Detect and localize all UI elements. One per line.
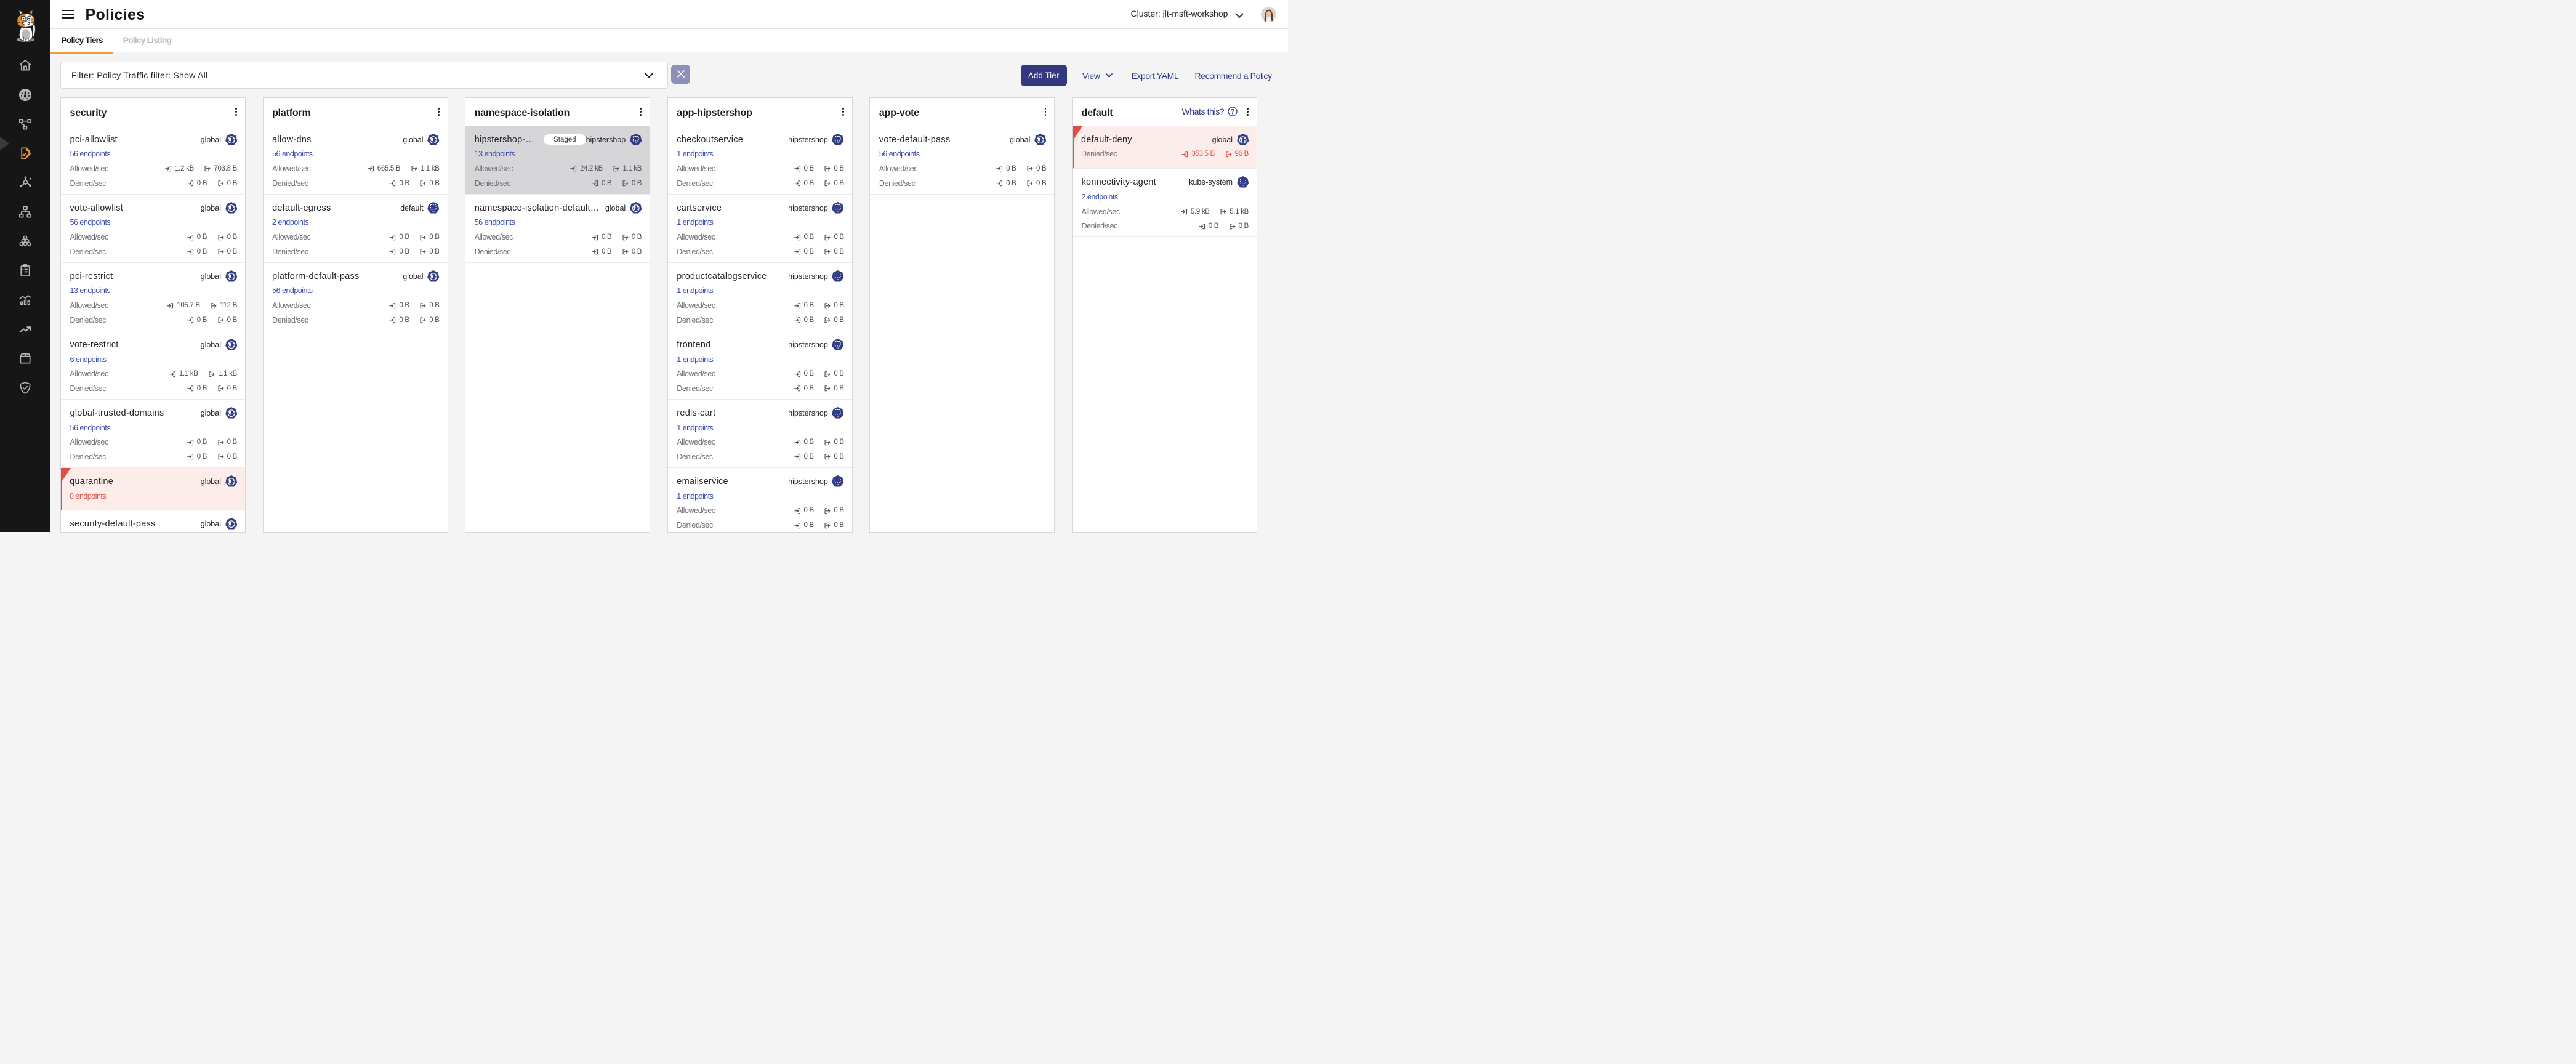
svg-text:ns: ns	[837, 347, 839, 349]
svg-text:ns: ns	[837, 142, 839, 144]
svg-text:ns: ns	[837, 483, 839, 486]
svg-text:ns: ns	[432, 210, 435, 212]
svg-text:ns: ns	[837, 210, 839, 212]
svg-text:ns: ns	[837, 415, 839, 417]
svg-text:ns: ns	[635, 142, 637, 144]
svg-text:ns: ns	[1242, 184, 1244, 187]
svg-text:ns: ns	[837, 278, 839, 281]
